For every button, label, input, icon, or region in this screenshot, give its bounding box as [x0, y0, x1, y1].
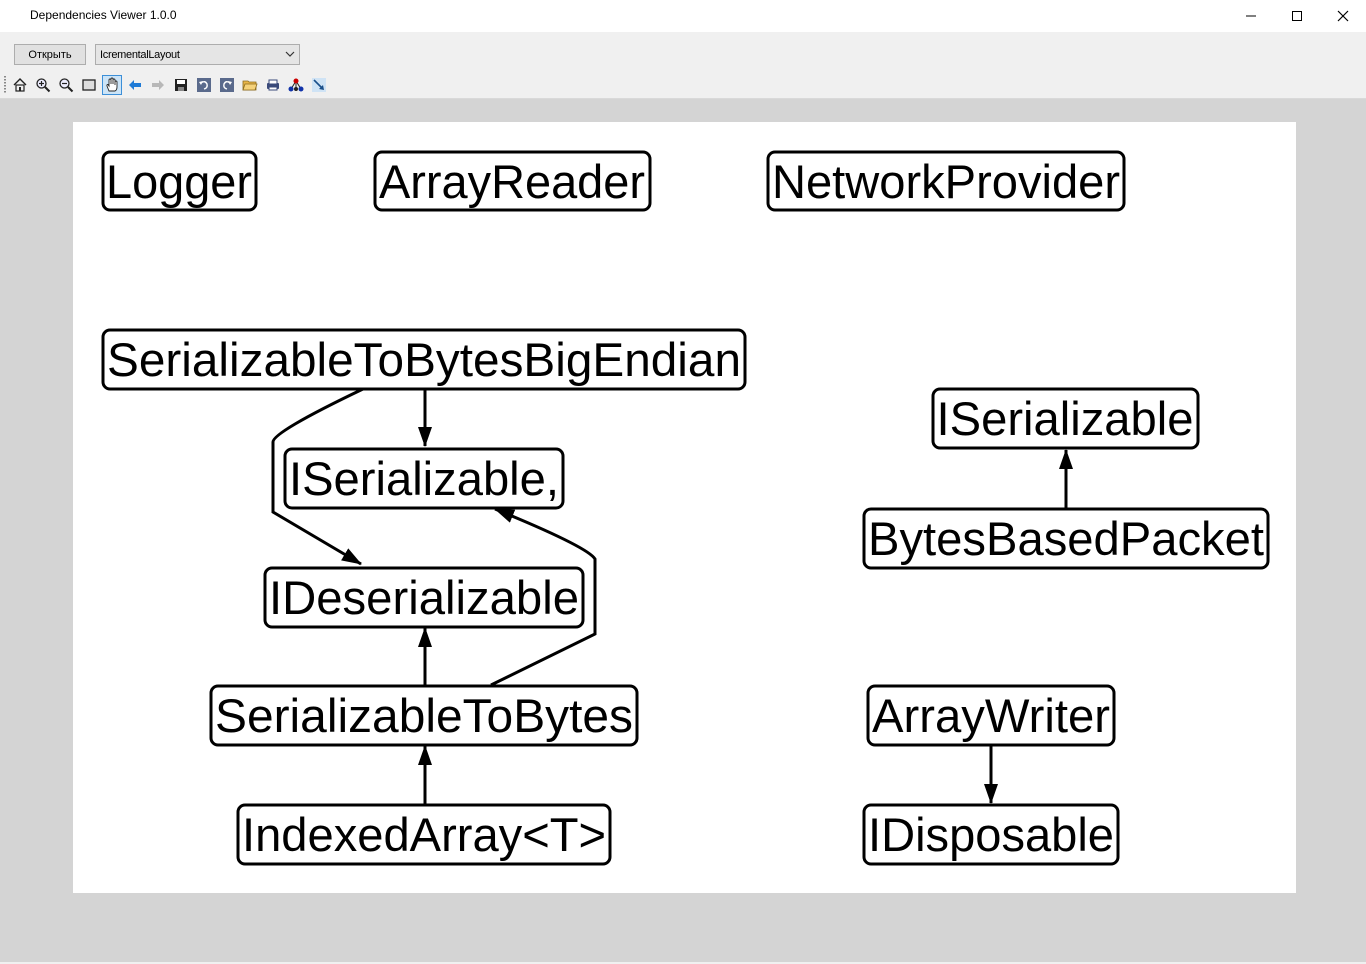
graph-layout-button[interactable]	[286, 75, 306, 95]
forward-button[interactable]	[148, 75, 168, 95]
node-label: Logger	[106, 155, 252, 208]
chevron-down-icon	[285, 51, 295, 57]
node-idisposable[interactable]: IDisposable	[862, 803, 1120, 866]
node-network-provider[interactable]: NetworkProvider	[766, 150, 1126, 212]
print-icon	[267, 79, 279, 91]
node-bytes-based-packet[interactable]: BytesBasedPacket	[862, 507, 1270, 570]
undo-icon	[197, 78, 211, 92]
home-icon	[13, 78, 27, 92]
icon-toolbar	[0, 72, 1366, 99]
zoom-in-icon	[36, 78, 51, 93]
title-bar: Dependencies Viewer 1.0.0	[0, 0, 1366, 32]
close-icon	[1337, 10, 1349, 22]
open-folder-button[interactable]	[240, 75, 260, 95]
minimize-icon	[1246, 15, 1256, 17]
close-button[interactable]	[1320, 0, 1366, 32]
pan-button[interactable]	[102, 75, 122, 95]
redo-button[interactable]	[217, 75, 237, 95]
node-label: ISerializable	[937, 392, 1194, 445]
minimize-button[interactable]	[1228, 0, 1274, 32]
node-iserializable[interactable]: ISerializable	[931, 387, 1200, 450]
node-serializable-big-endian[interactable]: SerializableToBytesBigEndian	[101, 328, 747, 391]
node-array-reader[interactable]: ArrayReader	[373, 150, 652, 212]
rectangle-select-button[interactable]	[79, 75, 99, 95]
edge-tool-button[interactable]	[309, 75, 329, 95]
rectangle-select-icon	[82, 79, 96, 91]
back-arrow-icon	[129, 80, 141, 90]
pan-hand-icon	[106, 77, 118, 92]
node-label: ISerializable,	[289, 452, 559, 505]
node-label: IDeserializable	[269, 571, 579, 624]
print-button[interactable]	[263, 75, 283, 95]
node-label: ArrayWriter	[872, 689, 1110, 742]
undo-button[interactable]	[194, 75, 214, 95]
toolbar-grip[interactable]	[4, 76, 6, 94]
node-label: IDisposable	[868, 808, 1114, 861]
open-button[interactable]: Открыть	[14, 44, 86, 65]
graph-canvas[interactable]: Logger ArrayReader NetworkProvider Seria…	[73, 122, 1296, 893]
layout-dropdown-value: IcrementalLayout	[100, 49, 180, 61]
zoom-in-button[interactable]	[33, 75, 53, 95]
save-icon	[175, 79, 187, 91]
node-label: BytesBasedPacket	[868, 512, 1264, 565]
maximize-icon	[1292, 11, 1302, 21]
maximize-button[interactable]	[1274, 0, 1320, 32]
back-button[interactable]	[125, 75, 145, 95]
node-iserializable-comma[interactable]: ISerializable,	[283, 447, 565, 510]
redo-icon	[220, 78, 234, 92]
node-ideserializable[interactable]: IDeserializable	[263, 566, 585, 629]
window-title: Dependencies Viewer 1.0.0	[30, 8, 177, 22]
top-toolbar: Открыть IcrementalLayout	[0, 32, 1366, 72]
node-label: SerializableToBytes	[215, 689, 633, 742]
node-array-writer[interactable]: ArrayWriter	[866, 684, 1116, 747]
node-label: SerializableToBytesBigEndian	[107, 333, 741, 386]
edge-tool-icon	[312, 78, 326, 92]
node-label: IndexedArray<T>	[242, 808, 606, 861]
open-folder-icon	[242, 80, 258, 91]
node-label: NetworkProvider	[772, 155, 1120, 208]
node-label: ArrayReader	[379, 155, 645, 208]
home-button[interactable]	[10, 75, 30, 95]
node-serializable-to-bytes[interactable]: SerializableToBytes	[209, 684, 639, 747]
layout-dropdown[interactable]: IcrementalLayout	[95, 44, 300, 65]
zoom-out-button[interactable]	[56, 75, 76, 95]
node-logger[interactable]: Logger	[101, 150, 258, 212]
save-button[interactable]	[171, 75, 191, 95]
node-indexed-array[interactable]: IndexedArray<T>	[236, 803, 612, 866]
graph-layout-icon	[288, 78, 304, 92]
zoom-out-icon	[59, 78, 74, 93]
dependency-graph[interactable]: Logger ArrayReader NetworkProvider Seria…	[73, 122, 1296, 893]
forward-arrow-icon	[152, 80, 164, 90]
